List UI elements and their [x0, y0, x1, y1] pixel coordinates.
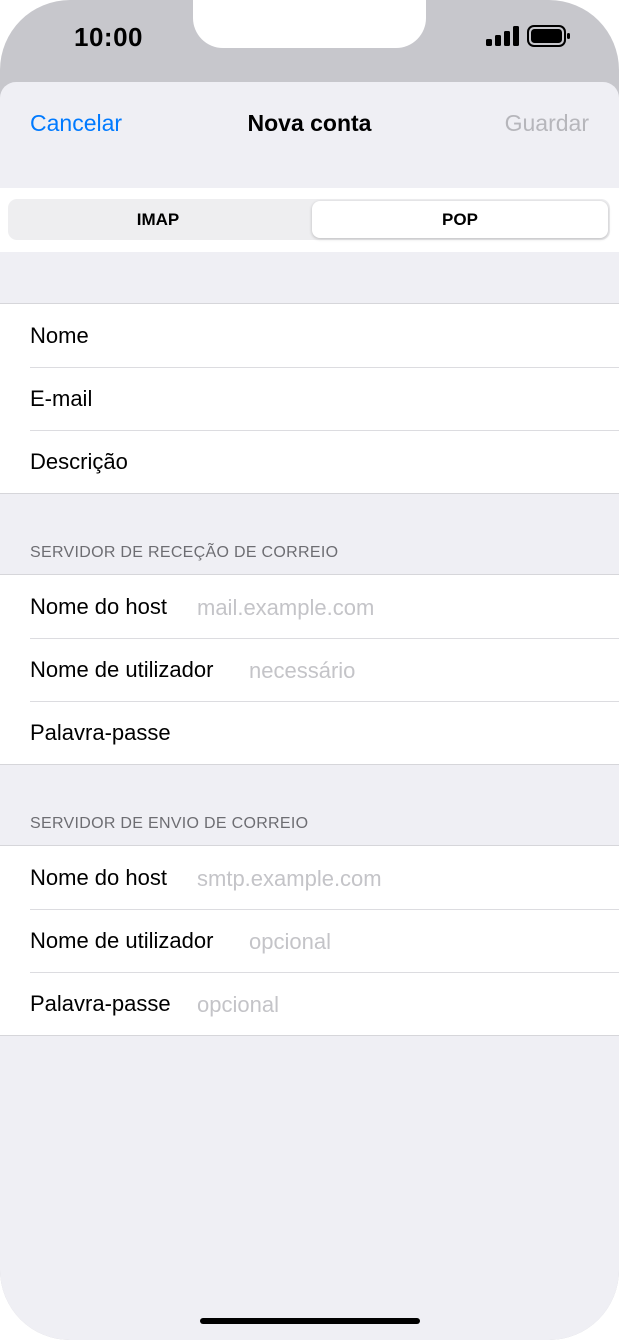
incoming-host-label: Nome do host: [30, 594, 167, 619]
battery-icon: [527, 25, 570, 47]
segment-pop[interactable]: POP: [312, 201, 608, 238]
account-info-group: Nome E-mail Descrição: [0, 303, 619, 494]
status-bar: 10:00: [0, 0, 619, 82]
save-button[interactable]: Guardar: [505, 110, 589, 137]
description-field[interactable]: Descrição: [0, 430, 619, 493]
incoming-password-field[interactable]: Palavra-passe: [0, 701, 619, 764]
signal-icon: [486, 26, 519, 46]
nav-bar: Cancelar Nova conta Guardar: [0, 82, 619, 188]
account-type-segmented-control: IMAP POP: [8, 199, 610, 240]
name-field[interactable]: Nome: [0, 304, 619, 367]
incoming-server-header: SERVIDOR DE RECEÇÃO DE CORREIO: [30, 544, 339, 561]
email-field[interactable]: E-mail: [0, 367, 619, 430]
description-label: Descrição: [30, 449, 128, 474]
segment-imap[interactable]: IMAP: [10, 201, 306, 238]
outgoing-password-field[interactable]: Palavra-passe opcional: [0, 972, 619, 1035]
incoming-host-field[interactable]: Nome do host mail.example.com: [0, 575, 619, 638]
incoming-password-label: Palavra-passe: [30, 720, 171, 745]
incoming-username-label: Nome de utilizador: [30, 657, 214, 682]
account-type-bar: IMAP POP: [0, 188, 619, 252]
notch: [193, 0, 426, 48]
outgoing-host-placeholder: smtp.example.com: [197, 866, 382, 891]
email-label: E-mail: [30, 386, 93, 411]
outgoing-username-field[interactable]: Nome de utilizador opcional: [0, 909, 619, 972]
home-indicator[interactable]: [200, 1318, 420, 1324]
new-account-sheet: Cancelar Nova conta Guardar IMAP POP Nom…: [0, 82, 619, 1340]
outgoing-host-field[interactable]: Nome do host smtp.example.com: [0, 846, 619, 909]
outgoing-server-header: SERVIDOR DE ENVIO DE CORREIO: [30, 815, 309, 832]
outgoing-password-label: Palavra-passe: [30, 991, 171, 1016]
incoming-username-field[interactable]: Nome de utilizador necessário: [0, 638, 619, 701]
outgoing-server-group: Nome do host smtp.example.com Nome de ut…: [0, 845, 619, 1036]
status-time: 10:00: [74, 22, 143, 52]
outgoing-username-placeholder: opcional: [249, 929, 331, 954]
incoming-server-group: Nome do host mail.example.com Nome de ut…: [0, 574, 619, 765]
incoming-username-placeholder: necessário: [249, 658, 356, 683]
outgoing-host-label: Nome do host: [30, 865, 167, 890]
incoming-host-placeholder: mail.example.com: [197, 595, 375, 620]
outgoing-username-label: Nome de utilizador: [30, 928, 214, 953]
name-label: Nome: [30, 323, 89, 348]
outgoing-password-placeholder: opcional: [197, 992, 279, 1017]
phone-screen: 10:00 Cancelar Nova conta Guardar IMAP P…: [0, 0, 619, 1340]
